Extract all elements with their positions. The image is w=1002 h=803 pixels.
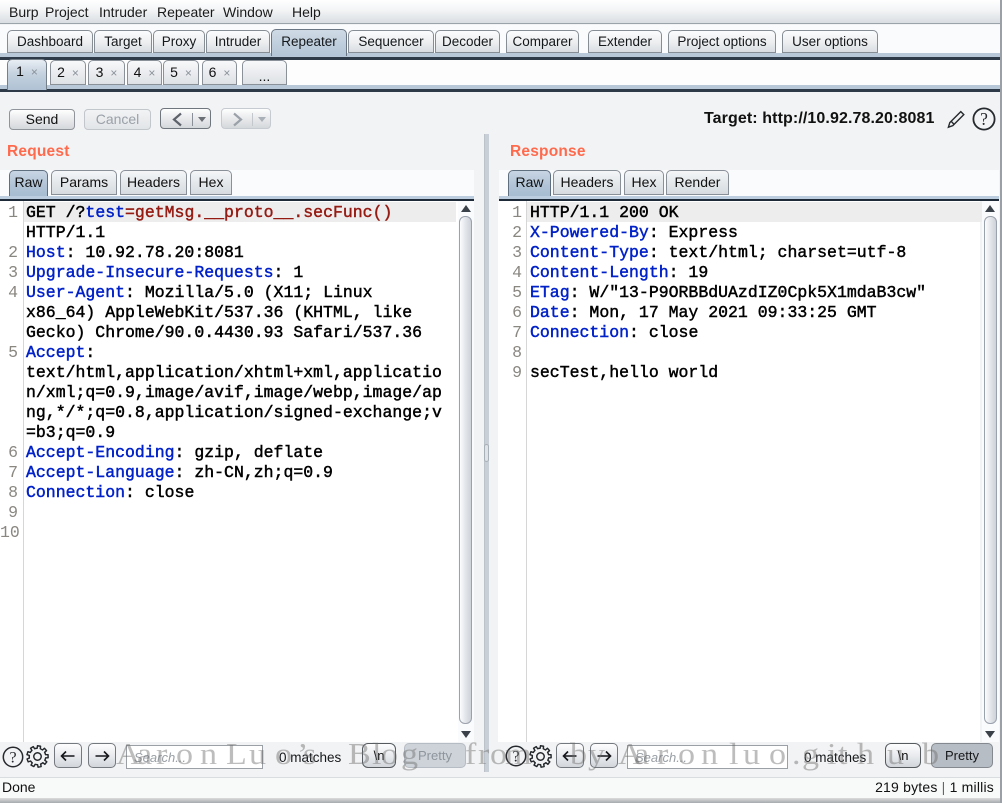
svg-text:?: ? [980,109,988,129]
svg-text:?: ? [9,750,16,767]
